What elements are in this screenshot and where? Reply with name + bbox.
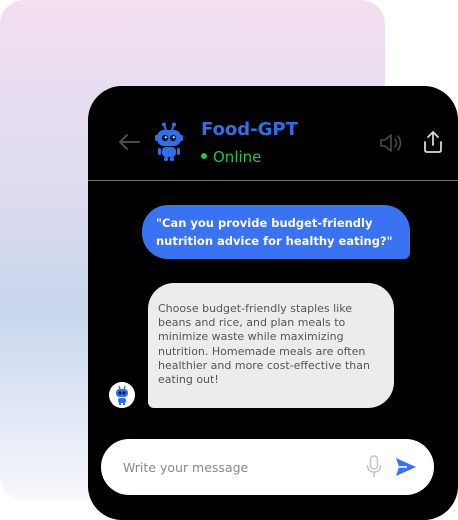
header-divider — [88, 180, 458, 181]
microphone-icon[interactable] — [366, 455, 382, 479]
online-status: Online — [201, 148, 261, 166]
bot-avatar-icon — [109, 382, 135, 408]
message-composer — [101, 439, 434, 495]
chat-window: Food-GPT Online "Can you provide budget-… — [88, 86, 458, 520]
user-message: "Can you provide budget-friendly nutriti… — [142, 205, 410, 259]
chat-header: Food-GPT Online — [88, 86, 458, 181]
bot-message: Choose budget-friendly staples like bean… — [148, 283, 394, 408]
send-icon[interactable] — [395, 457, 417, 477]
robot-icon — [155, 122, 183, 161]
back-arrow-icon[interactable] — [118, 133, 140, 151]
share-icon[interactable] — [422, 130, 444, 154]
status-dot-icon — [201, 152, 207, 159]
message-input[interactable] — [123, 456, 353, 478]
bot-name: Food-GPT — [201, 119, 298, 140]
speaker-icon[interactable] — [379, 133, 403, 153]
status-label: Online — [213, 148, 262, 166]
